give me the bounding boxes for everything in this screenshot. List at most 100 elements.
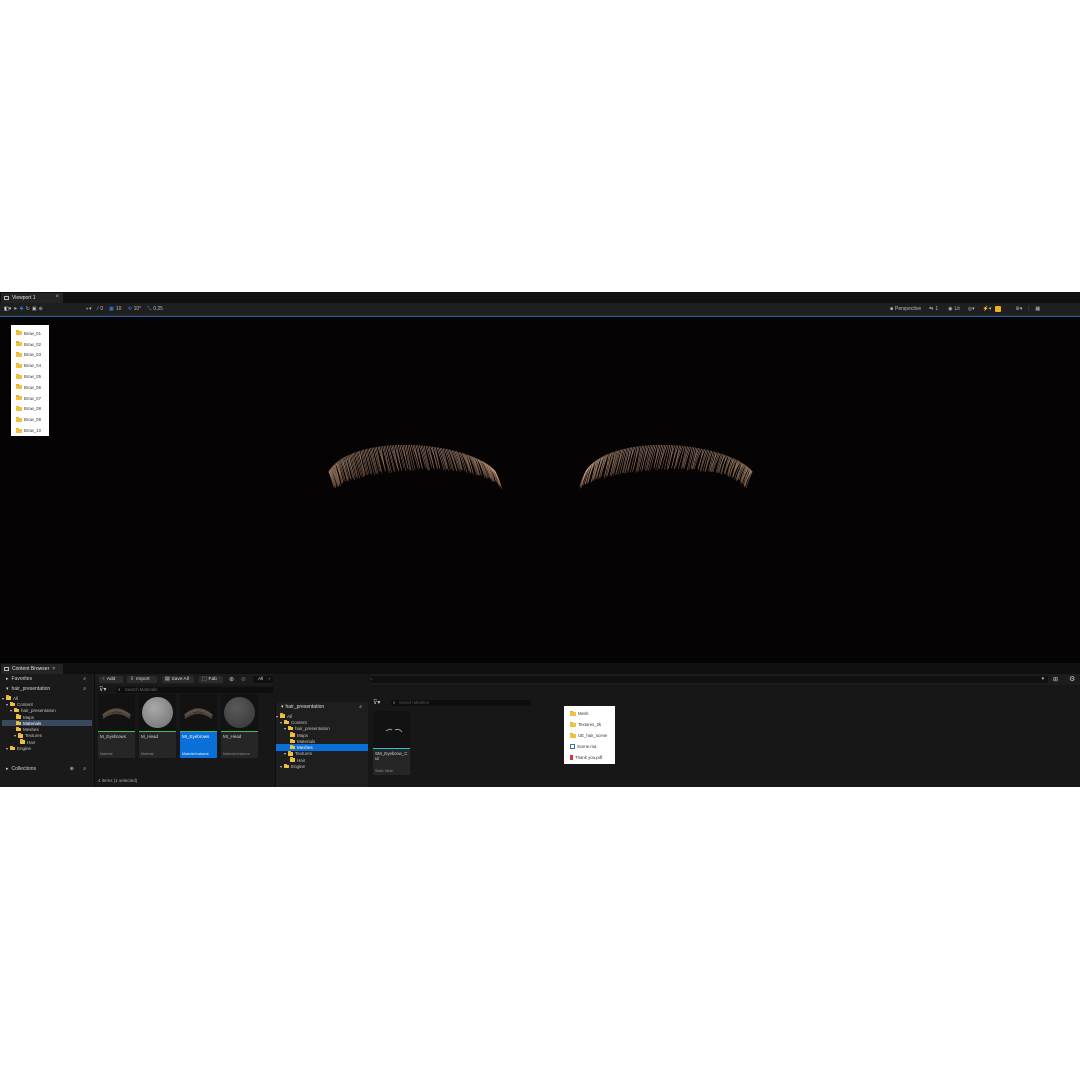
- add-collection-icon[interactable]: ⊕: [70, 766, 74, 772]
- chevron-down-icon[interactable]: ▾: [276, 714, 278, 719]
- grid-size-value[interactable]: 10: [116, 306, 122, 312]
- asset-name: SM_Eyebrow_Cut: [375, 751, 409, 761]
- more-icon[interactable]: ⋮: [1026, 306, 1031, 312]
- asset-tile[interactable]: M_Head Material: [139, 694, 176, 758]
- view-mode-dropdown[interactable]: Lit: [955, 306, 960, 312]
- chevron-down-icon[interactable]: ▾: [284, 751, 286, 756]
- show-flags-icon[interactable]: ◎▾: [968, 306, 975, 312]
- search-icon[interactable]: ⌕: [83, 676, 86, 682]
- chevron-down-icon[interactable]: ▾: [10, 708, 12, 713]
- chevron-down-icon[interactable]: ▾: [6, 702, 8, 707]
- surface-snap-icon[interactable]: ◐▾: [86, 306, 92, 312]
- tab-viewport-1[interactable]: Viewport 1 ×: [1, 293, 63, 303]
- sources-panel: ▸ Favorites ⌕ ▾ hair_presentation ⌕ ▾ All…: [0, 674, 95, 787]
- favorites-section[interactable]: ▸ Favorites ⌕: [0, 674, 94, 684]
- fab-button[interactable]: ⬚ Fab: [199, 676, 223, 683]
- chevron-down-icon[interactable]: ▾: [284, 726, 286, 731]
- history-back-icon[interactable]: ⊛: [229, 676, 234, 683]
- file-list-item[interactable]: Mesh: [570, 708, 615, 719]
- settings-icon[interactable]: ⚙▾: [1015, 306, 1022, 312]
- select-mode-icon[interactable]: ◧▾: [4, 306, 11, 312]
- add-button[interactable]: + Add: [99, 676, 123, 683]
- save-all-button[interactable]: ▤ Save All: [162, 676, 194, 683]
- second-sources-panel: ▾ hair_presentation ⌕ ▾ All ▾ Content ▾ hair_…: [275, 702, 368, 787]
- eyebrow-material-preview: [98, 694, 135, 731]
- chevron-down-icon[interactable]: ▾: [2, 696, 4, 701]
- tree-item-label: Meshes: [23, 727, 39, 732]
- world-icon[interactable]: ⊕: [39, 306, 43, 312]
- tree-item[interactable]: ▾ Engine: [276, 763, 368, 769]
- scale-icon[interactable]: ▣: [32, 306, 37, 312]
- chevron-down-icon[interactable]: ▾: [1042, 677, 1044, 682]
- search-icon[interactable]: ⌕: [83, 766, 86, 772]
- settings-icon[interactable]: ⚙: [1069, 675, 1075, 683]
- asset-tile[interactable]: MI_Head Material Instance: [221, 694, 258, 758]
- close-icon[interactable]: ×: [55, 294, 59, 300]
- layout-icon[interactable]: ▦: [1035, 306, 1040, 312]
- chevron-right-icon: ▸: [6, 676, 9, 682]
- import-button[interactable]: ⇩ Import: [127, 676, 157, 683]
- asset-type-bar: [221, 731, 258, 732]
- scale-snap-icon[interactable]: ⤡: [147, 306, 151, 312]
- asset-tile[interactable]: M_Eyebrows Material: [98, 694, 135, 758]
- realtime-icon[interactable]: [995, 306, 1001, 312]
- filter-icon[interactable]: ⊽▾: [99, 686, 106, 693]
- close-icon[interactable]: ×: [52, 666, 55, 672]
- tree-item[interactable]: ▾ Engine: [2, 745, 92, 751]
- snap-tools: ◐▾ ⁄ 0 ▦ 10 ⟲ 10° ⤡ 0.25: [86, 305, 163, 313]
- file-list-item[interactable]: UE_hair_scene: [570, 730, 615, 741]
- file-list-item[interactable]: Scene.ma: [570, 741, 615, 752]
- rotate-snap-icon[interactable]: ⟲: [127, 306, 131, 312]
- file-label: Textures_2k: [578, 722, 601, 727]
- lock-icon[interactable]: ⊞: [1053, 676, 1058, 683]
- rotate-icon[interactable]: ↻: [26, 306, 30, 312]
- camera-mode-dropdown[interactable]: Perspective: [895, 306, 921, 312]
- tree-item-label: Materials: [23, 721, 41, 726]
- history-forward-icon[interactable]: ⊛: [241, 676, 246, 683]
- status-text: 4 items (1 selected): [98, 778, 137, 783]
- search-icon[interactable]: ⌕: [359, 704, 362, 710]
- folder-icon: [288, 752, 293, 756]
- chevron-down-icon[interactable]: ▾: [280, 720, 282, 725]
- camera-speed-icon[interactable]: ⇆: [929, 306, 933, 312]
- collections-section[interactable]: ▸ Collections ⊕ ⌕: [0, 764, 94, 774]
- translate-snap-value[interactable]: 0: [100, 306, 103, 312]
- asset-name: MI_Head: [223, 734, 241, 739]
- rotate-snap-value[interactable]: 10°: [134, 306, 142, 312]
- tree-item-label: Materials: [297, 739, 315, 744]
- chevron-down-icon[interactable]: ▾: [14, 733, 16, 738]
- tree-item-label: Content: [17, 702, 33, 707]
- material-sphere: [224, 697, 255, 728]
- search-icon[interactable]: ⌕: [83, 686, 86, 692]
- tree-item-label: Textures: [295, 751, 312, 756]
- breadcrumb-item[interactable]: All: [258, 677, 263, 682]
- camera-speed-value[interactable]: 1: [935, 306, 938, 312]
- file-list-item[interactable]: Thank you.pdf: [570, 752, 615, 763]
- folder-icon: [284, 765, 289, 769]
- save-icon: ▤: [165, 677, 170, 682]
- mesh-search-input[interactable]: ⌕ Search Meshes: [391, 700, 531, 706]
- viewport-tab-bar: Viewport 1 ×: [0, 292, 1080, 303]
- asset-tile[interactable]: SM_Eyebrow_Cut Static Mesh: [373, 711, 410, 775]
- view-options: ■ Perspective ⇆ 1 ◉ Lit ◎▾ ⚡▾ ⚙▾ ⋮ ▦: [890, 305, 1040, 313]
- second-panel-header[interactable]: ▾ hair_presentation ⌕: [276, 702, 368, 711]
- file-list-item[interactable]: Textures_2k: [570, 719, 615, 730]
- level-viewport[interactable]: Brow_01 Brow_02 Brow_03 Brow_04 Brow_05 Brow_…: [0, 316, 1080, 664]
- asset-type-bar: [373, 748, 410, 749]
- move-icon[interactable]: ✥: [19, 306, 23, 312]
- tab-content-browser[interactable]: Content Browser ×: [1, 664, 63, 674]
- project-section[interactable]: ▾ hair_presentation ⌕: [0, 684, 94, 694]
- folder-icon: [20, 740, 25, 744]
- chevron-down-icon[interactable]: ▾: [6, 746, 8, 751]
- filter-icon[interactable]: ⊽▾: [373, 699, 380, 706]
- asset-tile[interactable]: MI_Eyebrows Material Instance: [180, 694, 217, 758]
- collections-label: Collections: [12, 766, 36, 772]
- perf-icon[interactable]: ⚡▾: [983, 306, 992, 312]
- content-browser-tab-label: Content Browser: [12, 666, 49, 672]
- maya-file-icon: [570, 744, 575, 749]
- translate-snap-icon[interactable]: ⁄: [98, 306, 99, 312]
- scale-snap-value[interactable]: 0.25: [153, 306, 163, 312]
- select-icon[interactable]: ➤: [13, 306, 17, 312]
- grid-snap-icon[interactable]: ▦: [109, 306, 114, 312]
- chevron-down-icon[interactable]: ▾: [280, 764, 282, 769]
